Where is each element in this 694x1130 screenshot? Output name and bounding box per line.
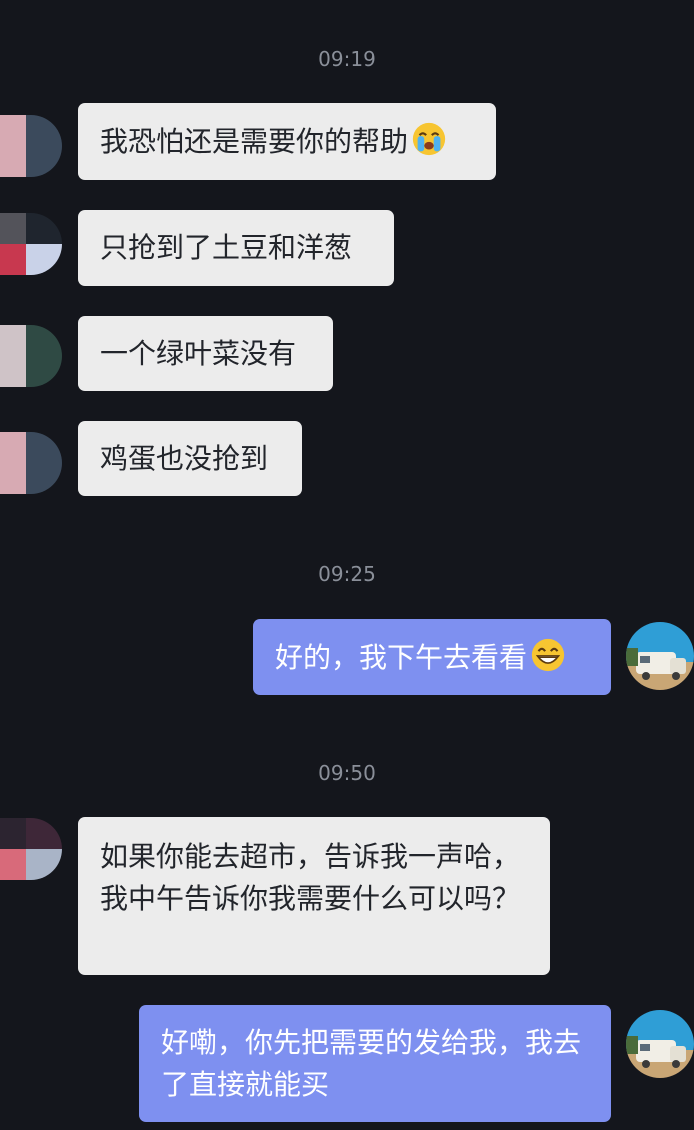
camper-van-photo bbox=[626, 622, 694, 690]
message-text: 鸡蛋也没抢到 bbox=[100, 442, 269, 475]
outgoing-message-bubble[interactable]: 好的，我下午去看看 bbox=[253, 619, 611, 695]
incoming-message-bubble[interactable]: 我恐怕还是需要你的帮助 bbox=[78, 103, 496, 180]
incoming-message-bubble[interactable]: 只抢到了土豆和洋葱 bbox=[78, 210, 394, 286]
message-text: 如果你能去超市，告诉我一声哈，我中午告诉你我需要什么可以吗？ bbox=[100, 840, 521, 915]
contact-avatar[interactable] bbox=[0, 432, 62, 494]
contact-avatar[interactable] bbox=[0, 115, 62, 177]
message-text: 我恐怕还是需要你的帮助 bbox=[100, 125, 409, 158]
chat-history[interactable]: 09:19 我恐怕还是需要你的帮助 只抢到了土豆和洋葱 一个绿叶菜没有 鸡蛋也没… bbox=[0, 0, 694, 1130]
timestamp: 09:25 bbox=[318, 562, 376, 586]
contact-avatar[interactable] bbox=[0, 213, 62, 275]
incoming-message-bubble[interactable]: 一个绿叶菜没有 bbox=[78, 316, 333, 391]
contact-avatar[interactable] bbox=[0, 818, 62, 880]
contact-avatar[interactable] bbox=[0, 325, 62, 387]
message-text: 好嘞，你先把需要的发给我，我去了直接就能买 bbox=[161, 1026, 582, 1101]
message-text: 一个绿叶菜没有 bbox=[100, 337, 297, 370]
timestamp: 09:50 bbox=[318, 761, 376, 785]
incoming-message-bubble[interactable]: 如果你能去超市，告诉我一声哈，我中午告诉你我需要什么可以吗？ bbox=[78, 817, 550, 975]
message-text: 好的，我下午去看看 bbox=[275, 641, 528, 674]
crying-face-icon bbox=[412, 122, 446, 156]
outgoing-message-bubble[interactable]: 好嘞，你先把需要的发给我，我去了直接就能买 bbox=[139, 1005, 611, 1122]
my-avatar[interactable] bbox=[626, 622, 694, 690]
incoming-message-bubble[interactable]: 鸡蛋也没抢到 bbox=[78, 421, 302, 496]
my-avatar[interactable] bbox=[626, 1010, 694, 1078]
camper-van-photo bbox=[626, 1010, 694, 1078]
message-text: 只抢到了土豆和洋葱 bbox=[100, 231, 353, 264]
grinning-face-icon bbox=[531, 638, 565, 672]
timestamp: 09:19 bbox=[318, 47, 376, 71]
